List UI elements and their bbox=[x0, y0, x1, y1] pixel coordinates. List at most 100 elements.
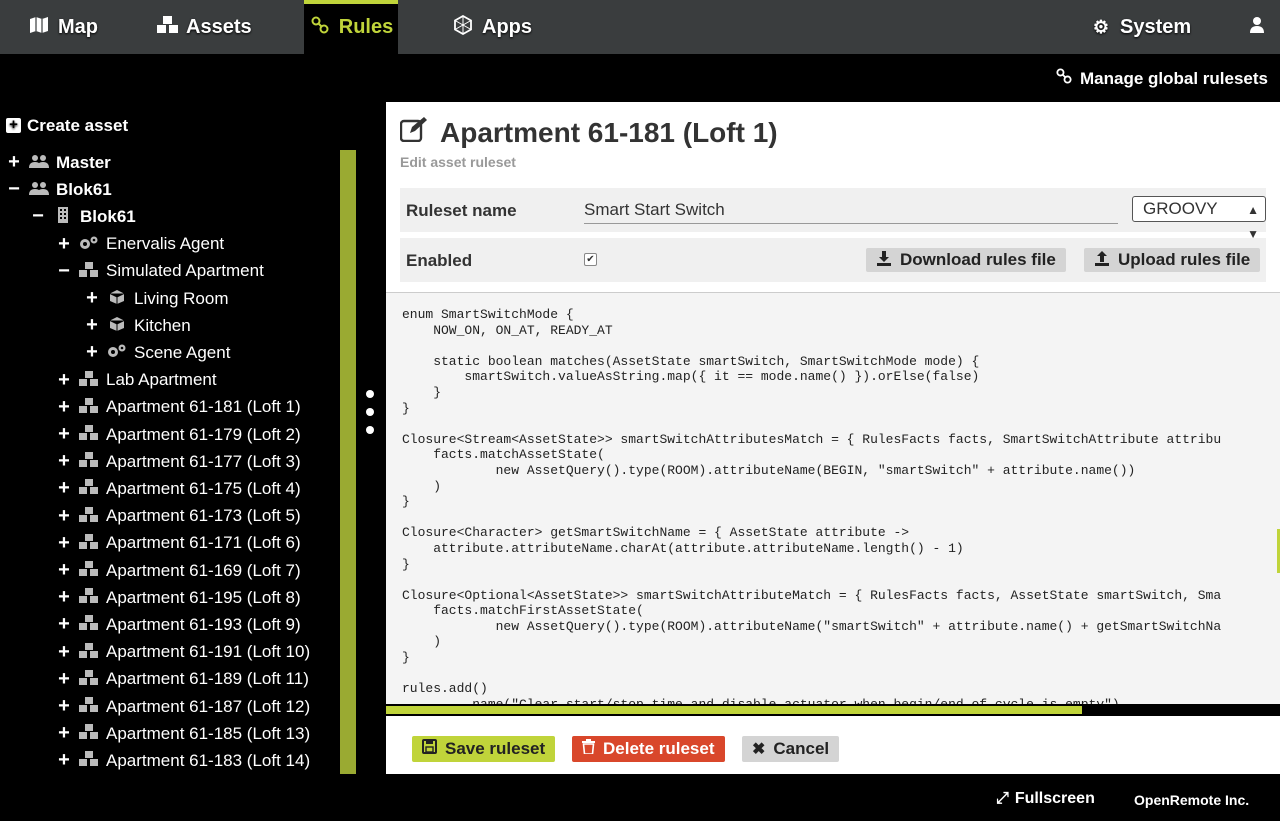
cubes-icon bbox=[78, 724, 100, 743]
ruleset-name-input[interactable] bbox=[584, 196, 1118, 224]
user-menu[interactable] bbox=[1246, 0, 1268, 54]
expand-toggle[interactable]: + bbox=[56, 450, 72, 473]
fullscreen-button[interactable]: ⤢ Fullscreen bbox=[996, 790, 1095, 808]
expand-toggle[interactable]: + bbox=[56, 695, 72, 718]
tree-item[interactable]: + Living Room bbox=[84, 285, 228, 312]
expand-toggle[interactable]: + bbox=[84, 314, 100, 337]
page-title: Apartment 61-181 (Loft 1) bbox=[440, 116, 778, 148]
collapse-toggle[interactable]: − bbox=[56, 260, 72, 283]
tree-item-label: Apartment 61-195 (Loft 8) bbox=[106, 587, 301, 607]
tree-item[interactable]: + Apartment 61-169 (Loft 7) bbox=[56, 557, 301, 584]
expand-toggle[interactable]: + bbox=[84, 341, 100, 364]
tree-item[interactable]: + Apartment 61-187 (Loft 12) bbox=[56, 693, 310, 720]
tree-item-label: Blok61 bbox=[56, 179, 112, 199]
expand-toggle[interactable]: + bbox=[56, 477, 72, 500]
tree-item[interactable]: + Apartment 61-185 (Loft 13) bbox=[56, 720, 310, 747]
tree-item-label: Apartment 61-193 (Loft 9) bbox=[106, 614, 301, 634]
manage-global-rulesets-link[interactable]: Manage global rulesets bbox=[1056, 68, 1268, 89]
expand-toggle[interactable]: + bbox=[56, 396, 72, 419]
users-icon bbox=[28, 154, 50, 171]
language-select-value: GROOVY bbox=[1143, 199, 1218, 218]
expand-toggle[interactable]: + bbox=[56, 722, 72, 745]
upload-rules-button[interactable]: Upload rules file bbox=[1084, 248, 1261, 272]
nav-assets[interactable]: Assets bbox=[156, 0, 252, 54]
nav-system-label: System bbox=[1120, 15, 1192, 38]
tree-item-label: Lab Apartment bbox=[106, 370, 217, 390]
tree-item[interactable]: + Apartment 61-183 (Loft 14) bbox=[56, 747, 310, 774]
cubes-icon bbox=[78, 506, 100, 526]
language-select[interactable]: GROOVY ▲ ▼ bbox=[1132, 196, 1266, 241]
cubes-icon bbox=[78, 261, 100, 281]
cubes-icon bbox=[78, 669, 100, 689]
expand-toggle[interactable]: + bbox=[56, 532, 72, 555]
enabled-checkbox[interactable]: ✔ bbox=[584, 253, 597, 266]
tree-item[interactable]: + Apartment 61-173 (Loft 5) bbox=[56, 503, 301, 530]
tree-item[interactable]: − Simulated Apartment bbox=[56, 258, 264, 285]
expand-toggle[interactable]: + bbox=[56, 423, 72, 446]
code-horizontal-scrollbar[interactable] bbox=[386, 704, 1280, 716]
tree-item[interactable]: − Blok61 bbox=[30, 203, 136, 230]
enabled-label: Enabled bbox=[406, 251, 473, 270]
create-asset-label: Create asset bbox=[27, 115, 129, 135]
nav-apps-label: Apps bbox=[482, 15, 532, 38]
tree-item[interactable]: + Scene Agent bbox=[84, 339, 230, 366]
tree-item[interactable]: + Enervalis Agent bbox=[56, 231, 224, 258]
download-rules-button[interactable]: Download rules file bbox=[866, 248, 1066, 272]
tree-item[interactable]: + Lab Apartment bbox=[56, 367, 217, 394]
nav-rules[interactable]: Rules bbox=[304, 0, 398, 54]
code-editor[interactable]: enum SmartSwitchMode { NOW_ON, ON_AT, RE… bbox=[386, 292, 1280, 712]
collapse-toggle[interactable]: − bbox=[30, 205, 46, 228]
expand-toggle[interactable]: + bbox=[56, 613, 72, 636]
expand-toggle[interactable]: + bbox=[6, 151, 22, 174]
link-icon bbox=[309, 16, 331, 39]
save-ruleset-button[interactable]: Save ruleset bbox=[412, 736, 556, 762]
tree-item[interactable]: + Apartment 61-189 (Loft 11) bbox=[56, 666, 309, 693]
expand-toggle[interactable]: + bbox=[84, 287, 100, 310]
sub-toolbar: Manage global rulesets bbox=[0, 54, 1280, 102]
expand-toggle[interactable]: + bbox=[56, 586, 72, 609]
enabled-row: Enabled ✔ Download rules file Upload rul… bbox=[400, 238, 1266, 282]
cubes-icon bbox=[78, 615, 100, 634]
nav-system[interactable]: ⚙ System bbox=[1090, 0, 1191, 54]
tree-item[interactable]: + Apartment 61-175 (Loft 4) bbox=[56, 475, 301, 502]
cubes-icon bbox=[78, 533, 100, 553]
top-nav-bar: Map Assets Rules Apps ⚙ System bbox=[0, 0, 1280, 54]
cancel-button[interactable]: ✖ Cancel bbox=[742, 736, 840, 762]
tree-item[interactable]: + Apartment 61-179 (Loft 2) bbox=[56, 421, 301, 448]
tree-item-label: Apartment 61-191 (Loft 10) bbox=[106, 642, 311, 662]
sidebar-scrollbar[interactable] bbox=[340, 150, 356, 774]
tree-item[interactable]: + Apartment 61-177 (Loft 3) bbox=[56, 448, 301, 475]
expand-toggle[interactable]: + bbox=[56, 505, 72, 528]
tree-item-label: Enervalis Agent bbox=[106, 234, 225, 254]
cubes-icon bbox=[156, 15, 178, 40]
upload-label: Upload rules file bbox=[1118, 250, 1251, 269]
tree-item[interactable]: + Apartment 61-181 (Loft 1) bbox=[56, 394, 301, 421]
delete-ruleset-button[interactable]: Delete ruleset bbox=[572, 736, 725, 762]
expand-toggle[interactable]: + bbox=[56, 233, 72, 256]
expand-toggle[interactable]: + bbox=[56, 641, 72, 664]
expand-toggle[interactable]: + bbox=[56, 559, 72, 582]
expand-toggle[interactable]: + bbox=[56, 668, 72, 691]
tree-item[interactable]: + Apartment 61-191 (Loft 10) bbox=[56, 639, 310, 666]
users-icon bbox=[28, 181, 50, 198]
expand-toggle[interactable]: + bbox=[56, 749, 72, 772]
cubes-icon bbox=[78, 397, 100, 417]
nav-apps[interactable]: Apps bbox=[452, 0, 532, 54]
expand-toggle[interactable]: + bbox=[56, 369, 72, 392]
tree-item-label: Apartment 61-187 (Loft 12) bbox=[106, 696, 311, 716]
brand-label: OpenRemote Inc. bbox=[1134, 792, 1250, 808]
cogs-icon: ⚙ bbox=[1092, 16, 1110, 37]
tree-item[interactable]: + Kitchen bbox=[84, 312, 191, 339]
map-icon bbox=[28, 16, 50, 39]
cube-icon bbox=[106, 316, 128, 335]
tree-item[interactable]: + Apartment 61-195 (Loft 8) bbox=[56, 584, 301, 611]
tree-item-label: Apartment 61-185 (Loft 13) bbox=[106, 723, 311, 743]
nav-map[interactable]: Map bbox=[28, 0, 98, 54]
collapse-toggle[interactable]: − bbox=[6, 178, 22, 201]
tree-item[interactable]: + Master bbox=[6, 149, 111, 176]
tree-item[interactable]: + Apartment 61-171 (Loft 6) bbox=[56, 530, 301, 557]
tree-item[interactable]: + Apartment 61-193 (Loft 9) bbox=[56, 611, 301, 638]
create-asset-button[interactable]: + Create asset bbox=[6, 112, 128, 139]
tree-item[interactable]: − Blok61 bbox=[6, 176, 112, 203]
resize-handle[interactable] bbox=[366, 390, 376, 444]
